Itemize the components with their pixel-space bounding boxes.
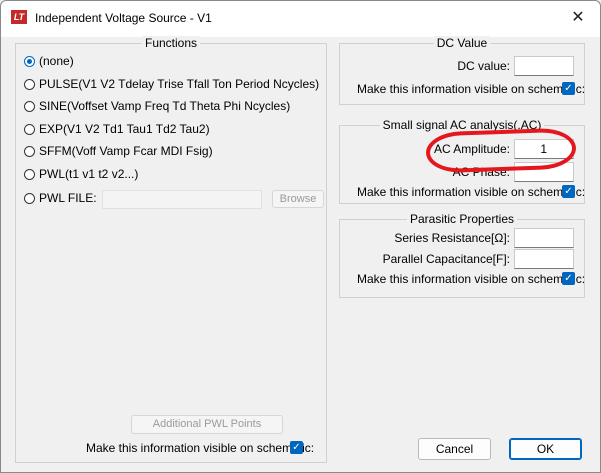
additional-pwl-points-button[interactable]: Additional PWL Points	[131, 415, 283, 434]
functions-visible-checkbox[interactable]: ✓	[290, 441, 303, 454]
radio-label: PULSE(V1 V2 Tdelay Trise Tfall Ton Perio…	[39, 77, 320, 91]
radio-button[interactable]	[24, 192, 35, 204]
parallel-capacitance-input[interactable]	[514, 249, 574, 269]
radio-button[interactable]	[24, 168, 35, 180]
series-resistance-input[interactable]	[514, 228, 574, 248]
radio-sine[interactable]: SINE(Voffset Vamp Freq Td Theta Phi Ncyc…	[24, 97, 290, 115]
parasitic-properties-group: Parasitic Properties Series Resistance[Ω…	[339, 212, 586, 298]
ac-visible-checkbox[interactable]: ✓	[562, 185, 575, 198]
dc-value-group-title: DC Value	[433, 36, 491, 50]
parasitic-visible-checkbox[interactable]: ✓	[562, 272, 575, 285]
radio-button[interactable]	[24, 55, 35, 67]
ltspice-app-icon: LT	[11, 10, 27, 24]
radio-button[interactable]	[24, 78, 35, 90]
radio-exp[interactable]: EXP(V1 V2 Td1 Tau1 Td2 Tau2)	[24, 120, 210, 138]
parasitic-visible-label: Make this information visible on schemat…	[357, 272, 586, 286]
radio-label: PWL FILE:	[39, 191, 97, 205]
radio-none[interactable]: (none)	[24, 52, 74, 70]
ok-button[interactable]: OK	[509, 438, 582, 460]
red-annotation-circle	[425, 127, 577, 174]
radio-label: SINE(Voffset Vamp Freq Td Theta Phi Ncyc…	[39, 99, 291, 113]
functions-visible-label: Make this information visible on schemat…	[86, 441, 315, 455]
radio-button[interactable]	[24, 145, 35, 157]
pwl-file-input[interactable]	[102, 190, 262, 209]
radio-button[interactable]	[24, 123, 35, 135]
radio-pwl[interactable]: PWL(t1 v1 t2 v2...)	[24, 165, 138, 183]
radio-label: EXP(V1 V2 Td1 Tau1 Td2 Tau2)	[39, 122, 210, 136]
radio-pwl-file[interactable]: PWL FILE:	[24, 189, 97, 207]
ac-visible-label: Make this information visible on schemat…	[357, 185, 586, 199]
window-title: Independent Voltage Source - V1	[35, 11, 212, 25]
radio-label: SFFM(Voff Vamp Fcar MDI Fsig)	[39, 144, 213, 158]
radio-sffm[interactable]: SFFM(Voff Vamp Fcar MDI Fsig)	[24, 142, 213, 160]
browse-button[interactable]: Browse	[272, 190, 324, 208]
radio-pulse[interactable]: PULSE(V1 V2 Tdelay Trise Tfall Ton Perio…	[24, 75, 319, 93]
series-resistance-label: Series Resistance[Ω]:	[394, 231, 510, 245]
dc-visible-checkbox[interactable]: ✓	[562, 82, 575, 95]
dc-value-input[interactable]	[514, 56, 574, 76]
cancel-button[interactable]: Cancel	[418, 438, 491, 460]
radio-button[interactable]	[24, 100, 35, 112]
close-icon[interactable]: ✕	[567, 7, 589, 29]
voltage-source-dialog: LT Independent Voltage Source - V1 ✕ Fun…	[0, 0, 601, 473]
parallel-capacitance-label: Parallel Capacitance[F]:	[382, 252, 510, 266]
parasitic-properties-group-title: Parasitic Properties	[406, 212, 518, 226]
dc-visible-label: Make this information visible on schemat…	[357, 82, 586, 96]
title-bar: LT Independent Voltage Source - V1 ✕	[1, 1, 600, 37]
radio-label: PWL(t1 v1 t2 v2...)	[39, 167, 139, 181]
radio-label: (none)	[39, 54, 74, 68]
functions-group-title: Functions	[141, 36, 201, 50]
dc-value-label: DC value:	[457, 59, 510, 73]
dc-value-group: DC Value DC value: Make this information…	[339, 36, 586, 105]
functions-group: Functions (none) PULSE(V1 V2 Tdelay Tris…	[15, 36, 327, 463]
